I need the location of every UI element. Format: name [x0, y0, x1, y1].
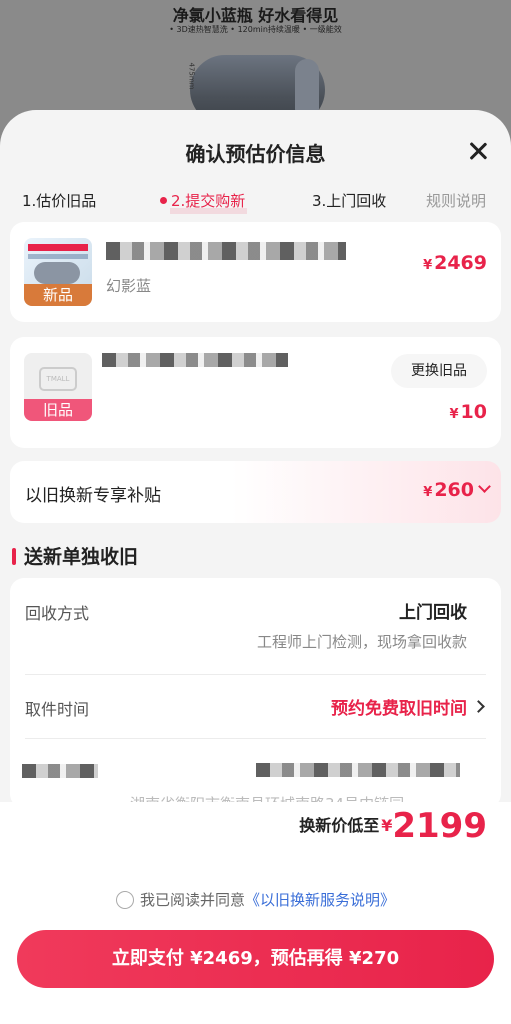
lowest-price-value: 2199 [392, 806, 487, 846]
estimate-confirm-sheet: 确认预估价信息 1.估价旧品 2.提交购新 3.上门回收 规则说明 新品 幻影蓝… [0, 110, 511, 1024]
lowest-price-label: 换新价低至 [299, 816, 380, 835]
agree-radio[interactable] [115, 891, 134, 909]
product-spec: 幻影蓝 [106, 277, 152, 295]
service-terms-link[interactable]: 《以旧换新服务说明》 [245, 891, 395, 909]
section-title: 送新单独收旧 [12, 542, 138, 569]
dimension-label: 475mm [187, 62, 196, 90]
old-product-card: TMALL 旧品 更换旧品 ¥10 [10, 337, 501, 448]
subsidy-row[interactable]: 以旧换新专享补贴 ¥260 [10, 461, 501, 523]
pay-now-button[interactable]: 立即支付 ¥2469，预估再得 ¥270 [17, 930, 494, 988]
method-label: 回收方式 [25, 604, 90, 623]
step-progress: 1.估价旧品 2.提交购新 3.上门回收 规则说明 [0, 190, 511, 214]
change-old-product-button[interactable]: 更换旧品 [391, 354, 487, 388]
method-value: 上门回收 [399, 603, 467, 623]
pickup-time-button[interactable]: 预约免费取旧时间 [331, 694, 467, 719]
old-tag: 旧品 [24, 399, 92, 421]
banner-tagline: • 3D速热智慧洗 • 120min持续温暖 • 一级能效 [169, 25, 342, 34]
old-product-name-blurred [102, 353, 288, 367]
step-1: 1.估价旧品 [22, 192, 97, 210]
product-name-blurred [106, 242, 346, 260]
old-product-price: ¥10 [449, 401, 488, 423]
banner-headline: 净氯小蓝瓶 好水看得见 [172, 6, 339, 25]
new-tag: 新品 [24, 284, 92, 306]
chevron-down-icon [478, 480, 491, 493]
agree-text: 我已阅读并同意 [139, 891, 245, 909]
old-product-thumbnail: TMALL 旧品 [24, 353, 92, 421]
subsidy-amount: ¥260 [423, 479, 491, 501]
new-product-price: ¥2469 [423, 252, 487, 274]
sheet-title: 确认预估价信息 [185, 142, 326, 166]
lowest-price: 换新价低至 ¥2199 [299, 806, 487, 846]
subsidy-label: 以旧换新专享补贴 [25, 486, 161, 506]
new-product-thumbnail: 新品 [24, 238, 92, 306]
contact-phone-blurred [256, 763, 460, 777]
checkout-bar: 换新价低至 ¥2199 我已阅读并同意《以旧换新服务说明》 立即支付 ¥2469，… [0, 802, 511, 1024]
active-underline [170, 208, 248, 214]
chevron-right-icon[interactable] [472, 700, 485, 713]
section-accent-bar [12, 548, 16, 565]
agreement: 我已阅读并同意《以旧换新服务说明》 [0, 889, 511, 910]
rules-link[interactable]: 规则说明 [426, 190, 486, 211]
step-2-active: 2.提交购新 [160, 190, 248, 214]
tmall-logo: TMALL [39, 367, 77, 391]
contact-name-blurred [22, 764, 98, 778]
step-3: 3.上门回收 [312, 192, 387, 210]
active-dot-icon [160, 197, 167, 204]
close-icon[interactable] [467, 140, 489, 162]
new-product-card: 新品 幻影蓝 ¥2469 [10, 222, 501, 322]
method-description: 工程师上门检测，现场拿回收款 [256, 633, 467, 651]
pickup-time-label: 取件时间 [25, 700, 90, 719]
recycle-info-card: 回收方式 上门回收 工程师上门检测，现场拿回收款 取件时间 预约免费取旧时间 湖… [10, 578, 501, 813]
